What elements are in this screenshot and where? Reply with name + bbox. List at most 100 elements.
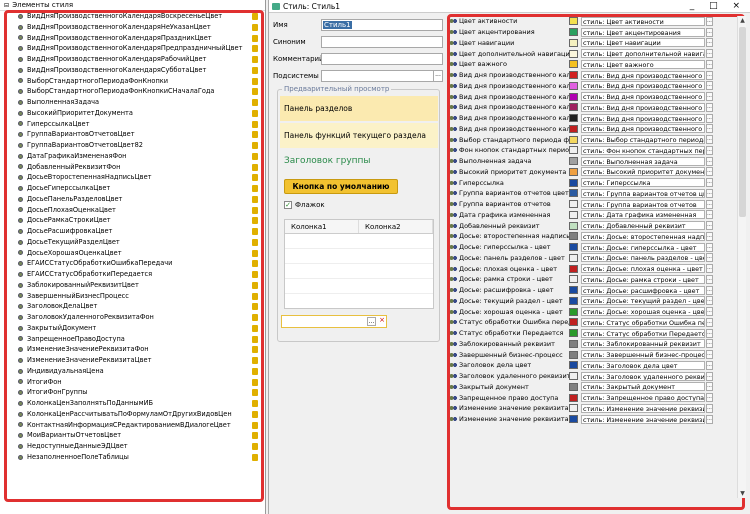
color-swatch[interactable] (569, 103, 578, 112)
style-element-value-field[interactable]: стиль: Досье: гиперссылка - цвет (581, 242, 705, 252)
tree-item[interactable]: ЕГАИССтатусОбработкиОшибкаПередачи (18, 258, 262, 269)
tree-item[interactable]: ВидДняПроизводственногоКалендаряСубботаЦ… (18, 65, 262, 76)
style-element-value-field[interactable]: стиль: Выбор стандартного периода (581, 135, 705, 145)
style-element-value-field[interactable]: стиль: Добавленный реквизит (581, 221, 705, 231)
style-element-value-field[interactable]: стиль: Цвет навигации (581, 38, 705, 48)
style-element-value-field[interactable]: стиль: Вид дня производственного к (581, 124, 705, 134)
tree-item[interactable]: ВидДняПроизводственногоКалендаряПредпраз… (18, 43, 262, 54)
select-value-button[interactable]: ... (706, 81, 713, 91)
tree-item[interactable]: ИзменениеЗначениеРеквизитаЦвет (18, 355, 262, 366)
select-value-button[interactable]: ... (706, 264, 713, 274)
select-value-button[interactable]: ... (706, 49, 713, 59)
style-element-value-field[interactable]: стиль: Заголовок дела цвет (581, 360, 705, 370)
color-swatch[interactable] (569, 221, 578, 230)
color-swatch[interactable] (569, 92, 578, 101)
subsystems-field[interactable]: ... (321, 69, 443, 82)
color-swatch[interactable] (569, 71, 578, 80)
select-value-button[interactable]: ... (706, 231, 713, 241)
style-element-value-field[interactable]: стиль: Изменение значение реквизи (581, 403, 705, 413)
color-swatch[interactable] (569, 135, 578, 144)
style-element-value-field[interactable]: стиль: Досье: хорошая оценка - цвет (581, 307, 705, 317)
style-element-value-field[interactable]: стиль: Досье: панель разделов - цвет (581, 253, 705, 263)
color-swatch[interactable] (569, 81, 578, 90)
color-swatch[interactable] (569, 275, 578, 284)
tree-item[interactable]: ЗакрытыйДокумент (18, 323, 262, 334)
select-value-button[interactable]: ... (706, 92, 713, 102)
tree-item[interactable]: ВидДняПроизводственногоКалендаряНеУказан… (18, 22, 262, 33)
name-field[interactable]: Стиль1 (321, 18, 443, 31)
select-value-button[interactable]: ... (706, 167, 713, 177)
column-header-1[interactable]: Колонка1 (285, 220, 359, 233)
tree-item[interactable]: ВыборСтандартногоПериодаФонКнопки (18, 76, 262, 87)
select-value-button[interactable]: ... (706, 328, 713, 338)
tree-item[interactable]: ДосьеПанельРазделовЦвет (18, 194, 262, 205)
select-value-button[interactable]: ... (706, 210, 713, 220)
color-swatch[interactable] (569, 17, 578, 26)
comment-field[interactable] (321, 52, 443, 65)
color-swatch[interactable] (569, 286, 578, 295)
tree-item[interactable]: ДосьеРасшифровкаЦвет (18, 226, 262, 237)
select-value-button[interactable]: ... (706, 135, 713, 145)
column-header-2[interactable]: Колонка2 (359, 220, 433, 233)
style-element-value-field[interactable]: стиль: Вид дня производственного к (581, 113, 705, 123)
select-value-button[interactable]: ... (706, 296, 713, 306)
select-value-button[interactable]: ... (706, 274, 713, 284)
color-swatch[interactable] (569, 393, 578, 402)
tree-item[interactable]: ДосьеВторостепеннаяНадписьЦвет (18, 172, 262, 183)
tree-item[interactable]: ВидДняПроизводственногоКалендаряПраздник… (18, 33, 262, 44)
panel-sections[interactable]: Панель разделов (280, 96, 438, 121)
color-swatch[interactable] (569, 339, 578, 348)
vertical-scrollbar[interactable]: ▲ ▼ (737, 16, 746, 498)
color-swatch[interactable] (569, 114, 578, 123)
tree-item[interactable]: ЗаголовокУдаленногоРеквизитаФон (18, 312, 262, 323)
select-value-button[interactable]: ... (706, 403, 713, 413)
tree-item[interactable]: КолонкаЦенРассчитыватьПоФормуламОтДругих… (18, 409, 262, 420)
panel-functions[interactable]: Панель функций текущего раздела (280, 123, 438, 148)
tree-item[interactable]: ВидДняПроизводственногоКалендаряВоскресе… (18, 11, 262, 22)
tree-item[interactable]: ЗаблокированныйРеквизитЦвет (18, 280, 262, 291)
tree-item[interactable]: ИтогиФон (18, 377, 262, 388)
style-element-value-field[interactable]: стиль: Вид дня производственного к (581, 92, 705, 102)
tree-item[interactable]: КолонкаЦенЗаполнятьПоДаннымИБ (18, 398, 262, 409)
tree-item[interactable]: ДосьеРамкаСтрокиЦвет (18, 215, 262, 226)
select-value-button[interactable]: ... (706, 221, 713, 231)
select-value-button[interactable]: ... (706, 350, 713, 360)
default-button[interactable]: Кнопка по умолчанию (284, 179, 398, 194)
window-controls[interactable]: _ □ × (690, 0, 746, 13)
select-value-button[interactable]: ... (706, 178, 713, 188)
color-swatch[interactable] (569, 382, 578, 391)
select-value-button[interactable]: ... (706, 16, 713, 26)
style-element-value-field[interactable]: стиль: Закрытый документ (581, 382, 705, 392)
checkbox[interactable]: ✓ Флажок (284, 201, 325, 209)
style-element-value-field[interactable]: стиль: Группа вариантов отчетов цве (581, 188, 705, 198)
combo-select-button[interactable]: ... (367, 317, 376, 326)
select-value-button[interactable]: ... (706, 188, 713, 198)
color-swatch[interactable] (569, 372, 578, 381)
select-value-button[interactable]: ... (706, 124, 713, 134)
tree-item[interactable]: ГруппаВариантовОтчетовЦвет (18, 129, 262, 140)
color-swatch[interactable] (569, 200, 578, 209)
style-element-value-field[interactable]: стиль: Вид дня производственного к (581, 102, 705, 112)
select-value-button[interactable]: ... (706, 113, 713, 123)
tree-item[interactable]: ИтогиФонГруппы (18, 387, 262, 398)
select-value-button[interactable]: ... (706, 59, 713, 69)
select-value-button[interactable]: ... (706, 339, 713, 349)
style-element-value-field[interactable]: стиль: Досье: плохая оценка - цвет (581, 264, 705, 274)
style-element-value-field[interactable]: стиль: Вид дня производственного к (581, 70, 705, 80)
color-swatch[interactable] (569, 157, 578, 166)
tree-item[interactable]: ДобавленныйРеквизитФон (18, 162, 262, 173)
style-element-value-field[interactable]: стиль: Запрещенное право доступа (581, 393, 705, 403)
style-element-value-field[interactable]: стиль: Группа вариантов отчетов (581, 199, 705, 209)
tree-item[interactable]: ДосьеТекущийРазделЦвет (18, 237, 262, 248)
style-element-value-field[interactable]: стиль: Высокий приоритет документа (581, 167, 705, 177)
style-element-value-field[interactable]: стиль: Досье: расшифровка - цвет (581, 285, 705, 295)
color-swatch[interactable] (569, 49, 578, 58)
select-value-button[interactable]: ... (706, 27, 713, 37)
tree-item[interactable]: ЗавершенныйБизнесПроцесс (18, 291, 262, 302)
style-element-value-field[interactable]: стиль: Статус обработки Передается (581, 328, 705, 338)
tree-item[interactable]: ИзменениеЗначениеРеквизитаФон (18, 344, 262, 355)
style-element-value-field[interactable]: стиль: Статус обработки Ошибка пер (581, 317, 705, 327)
checkbox-box[interactable]: ✓ (284, 201, 292, 209)
tree-item[interactable]: ДосьеГиперссылкаЦвет (18, 183, 262, 194)
tree-item[interactable]: ДатаГрафикаИзмененаяФон (18, 151, 262, 162)
